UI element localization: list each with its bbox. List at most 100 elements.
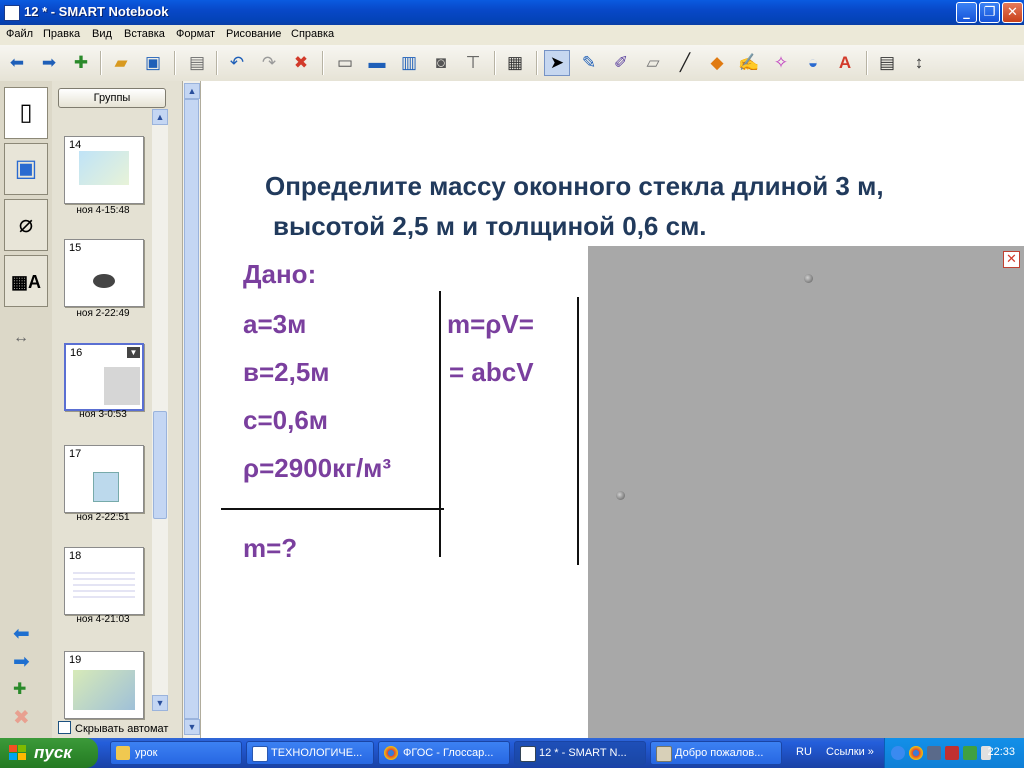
screen-shade[interactable]: ✕ — [588, 246, 1024, 738]
given-density[interactable]: ρ=2900кг/м³ — [243, 453, 391, 484]
solution-formula-2[interactable]: = abcV — [449, 357, 534, 388]
page-number: 16 — [70, 347, 83, 359]
table-icon[interactable]: ▦ — [502, 50, 528, 76]
toolbar-separator — [100, 51, 102, 75]
autohide-checkbox[interactable] — [58, 721, 71, 734]
back-arrow-icon[interactable]: ⬅ — [4, 50, 30, 76]
creative-pen-icon[interactable]: ✐ — [608, 50, 634, 76]
antivirus-tray-icon[interactable] — [945, 746, 959, 760]
menu-help[interactable]: Справка — [291, 28, 334, 40]
back-arrow-tray-icon[interactable] — [891, 746, 905, 760]
resize-sidebar-icon[interactable]: ↔ — [13, 329, 29, 347]
update-tray-icon[interactable] — [963, 746, 977, 760]
page-thumbnail[interactable]: 14 — [64, 136, 144, 204]
page-menu-dropdown-icon[interactable]: ▼ — [127, 347, 140, 358]
links-toolbar[interactable]: Ссылки » — [826, 746, 874, 758]
taskbar-item-word[interactable]: ТЕХНОЛОГИЧЕ... — [246, 741, 374, 765]
paste-icon[interactable]: ▤ — [184, 50, 210, 76]
menu-insert[interactable]: Вставка — [124, 28, 165, 40]
save-icon[interactable]: ▣ — [140, 50, 166, 76]
close-window-button[interactable]: ✕ — [1002, 2, 1023, 23]
pen-icon[interactable]: ✎ — [576, 50, 602, 76]
page-thumbnail[interactable]: 15 — [64, 239, 144, 307]
clock[interactable]: 22:33 — [987, 746, 1015, 758]
question-line-2[interactable]: высотой 2,5 м и толщиной 0,6 см. — [273, 211, 707, 242]
menu-edit[interactable]: Правка — [43, 28, 80, 40]
previous-page-icon[interactable]: ⬅ — [13, 621, 30, 646]
menu-format[interactable]: Формат — [176, 28, 215, 40]
menu-view[interactable]: Вид — [92, 28, 112, 40]
taskbar-item-smart-notebook[interactable]: 12 * - SMART N... — [514, 741, 646, 765]
taskbar-item-folder[interactable]: урок — [110, 741, 242, 765]
taskbar-item-browser[interactable]: Добро пожалов... — [650, 741, 782, 765]
page-sorter-scrollbar[interactable]: ▲ ▼ — [152, 109, 168, 711]
given-thickness[interactable]: с=0,6м — [243, 405, 328, 436]
autohide-option[interactable]: Скрывать автомат — [58, 721, 168, 735]
divider-line-right[interactable] — [577, 297, 579, 565]
screen-shade-icon[interactable]: ▭ — [332, 50, 358, 76]
properties-icon[interactable]: ▤ — [874, 50, 900, 76]
add-page-icon[interactable]: ✚ — [13, 679, 26, 699]
full-screen-icon[interactable]: ▬ — [364, 50, 390, 76]
find-mass[interactable]: m=? — [243, 533, 297, 564]
minimize-button[interactable]: _ — [956, 2, 977, 23]
page-thumbnail[interactable]: 19 — [64, 651, 144, 719]
given-length[interactable]: а=3м — [243, 309, 306, 340]
scroll-down-icon[interactable]: ▼ — [184, 719, 200, 735]
add-page-icon[interactable]: ✚ — [68, 50, 94, 76]
taskbar-item-chrome[interactable]: ФГОС - Глоссар... — [378, 741, 510, 765]
scroll-up-icon[interactable]: ▲ — [184, 83, 200, 99]
whiteboard-page[interactable]: Определите массу оконного стекла длиной … — [201, 81, 1024, 738]
shade-handle-left[interactable] — [616, 491, 625, 500]
move-toolbar-icon[interactable]: ↕ — [906, 50, 932, 76]
close-icon[interactable]: ✕ — [1003, 251, 1020, 268]
network-tray-icon[interactable] — [927, 746, 941, 760]
text-icon[interactable]: A — [832, 50, 858, 76]
shape-recognition-pen-icon[interactable]: ✧ — [768, 50, 794, 76]
screen-capture-icon[interactable]: ◙ — [428, 50, 454, 76]
eraser-icon[interactable]: ▱ — [640, 50, 666, 76]
line-icon[interactable]: ╱ — [672, 50, 698, 76]
fill-icon[interactable]: ◒ — [800, 50, 826, 76]
given-height[interactable]: в=2,5м — [243, 357, 330, 388]
gallery-tab[interactable]: ▣ — [4, 143, 48, 195]
page-thumbnail[interactable]: 16 ▼ — [64, 343, 144, 411]
delete-icon[interactable]: ✖ — [288, 50, 314, 76]
divider-line-left[interactable] — [439, 291, 441, 557]
smart-notebook-app-icon[interactable] — [4, 5, 20, 21]
scrollbar-thumb[interactable] — [184, 99, 199, 719]
shapes-icon[interactable]: ◆ — [704, 50, 730, 76]
page-thumbnail[interactable]: 18 — [64, 547, 144, 615]
magic-pen-icon[interactable]: ✍ — [736, 50, 762, 76]
divider-line-horizontal[interactable] — [221, 508, 444, 510]
delete-page-icon[interactable]: ✖ — [13, 705, 30, 730]
scroll-down-icon[interactable]: ▼ — [152, 695, 168, 711]
language-indicator[interactable]: RU — [796, 746, 812, 758]
groups-button[interactable]: Группы — [58, 88, 166, 108]
redo-icon[interactable]: ↷ — [256, 50, 282, 76]
undo-icon[interactable]: ↶ — [224, 50, 250, 76]
attachments-tab[interactable]: ⌀ — [4, 199, 48, 251]
next-page-icon[interactable]: ➡ — [13, 649, 30, 674]
start-button[interactable]: пуск — [0, 738, 98, 768]
given-title[interactable]: Дано: — [243, 259, 316, 290]
document-camera-icon[interactable]: ⊤ — [460, 50, 486, 76]
scrollbar-thumb[interactable] — [153, 411, 167, 519]
question-line-1[interactable]: Определите массу оконного стекла длиной … — [265, 171, 884, 202]
maximize-button[interactable]: ❐ — [979, 2, 1000, 23]
shade-handle-top[interactable] — [804, 274, 813, 283]
scroll-up-icon[interactable]: ▲ — [152, 109, 168, 125]
forward-arrow-icon[interactable]: ➡ — [36, 50, 62, 76]
page-thumbnail[interactable]: 17 — [64, 445, 144, 513]
dual-page-icon[interactable]: ▥ — [396, 50, 422, 76]
page-sorter-tab[interactable]: ▯ — [4, 87, 48, 139]
canvas-scrollbar[interactable]: ▲ ▼ — [182, 81, 201, 738]
menu-draw[interactable]: Рисование — [226, 28, 281, 40]
open-folder-icon[interactable]: ▰ — [108, 50, 134, 76]
menu-file[interactable]: Файл — [6, 28, 33, 40]
solution-formula-1[interactable]: m=ρV= — [447, 309, 534, 340]
select-pointer-icon[interactable]: ➤ — [544, 50, 570, 76]
properties-tab[interactable]: ▦A — [4, 255, 48, 307]
chrome-tray-icon[interactable] — [909, 746, 923, 760]
title-bar[interactable]: 12 * - SMART Notebook _ ❐ ✕ — [0, 0, 1024, 25]
